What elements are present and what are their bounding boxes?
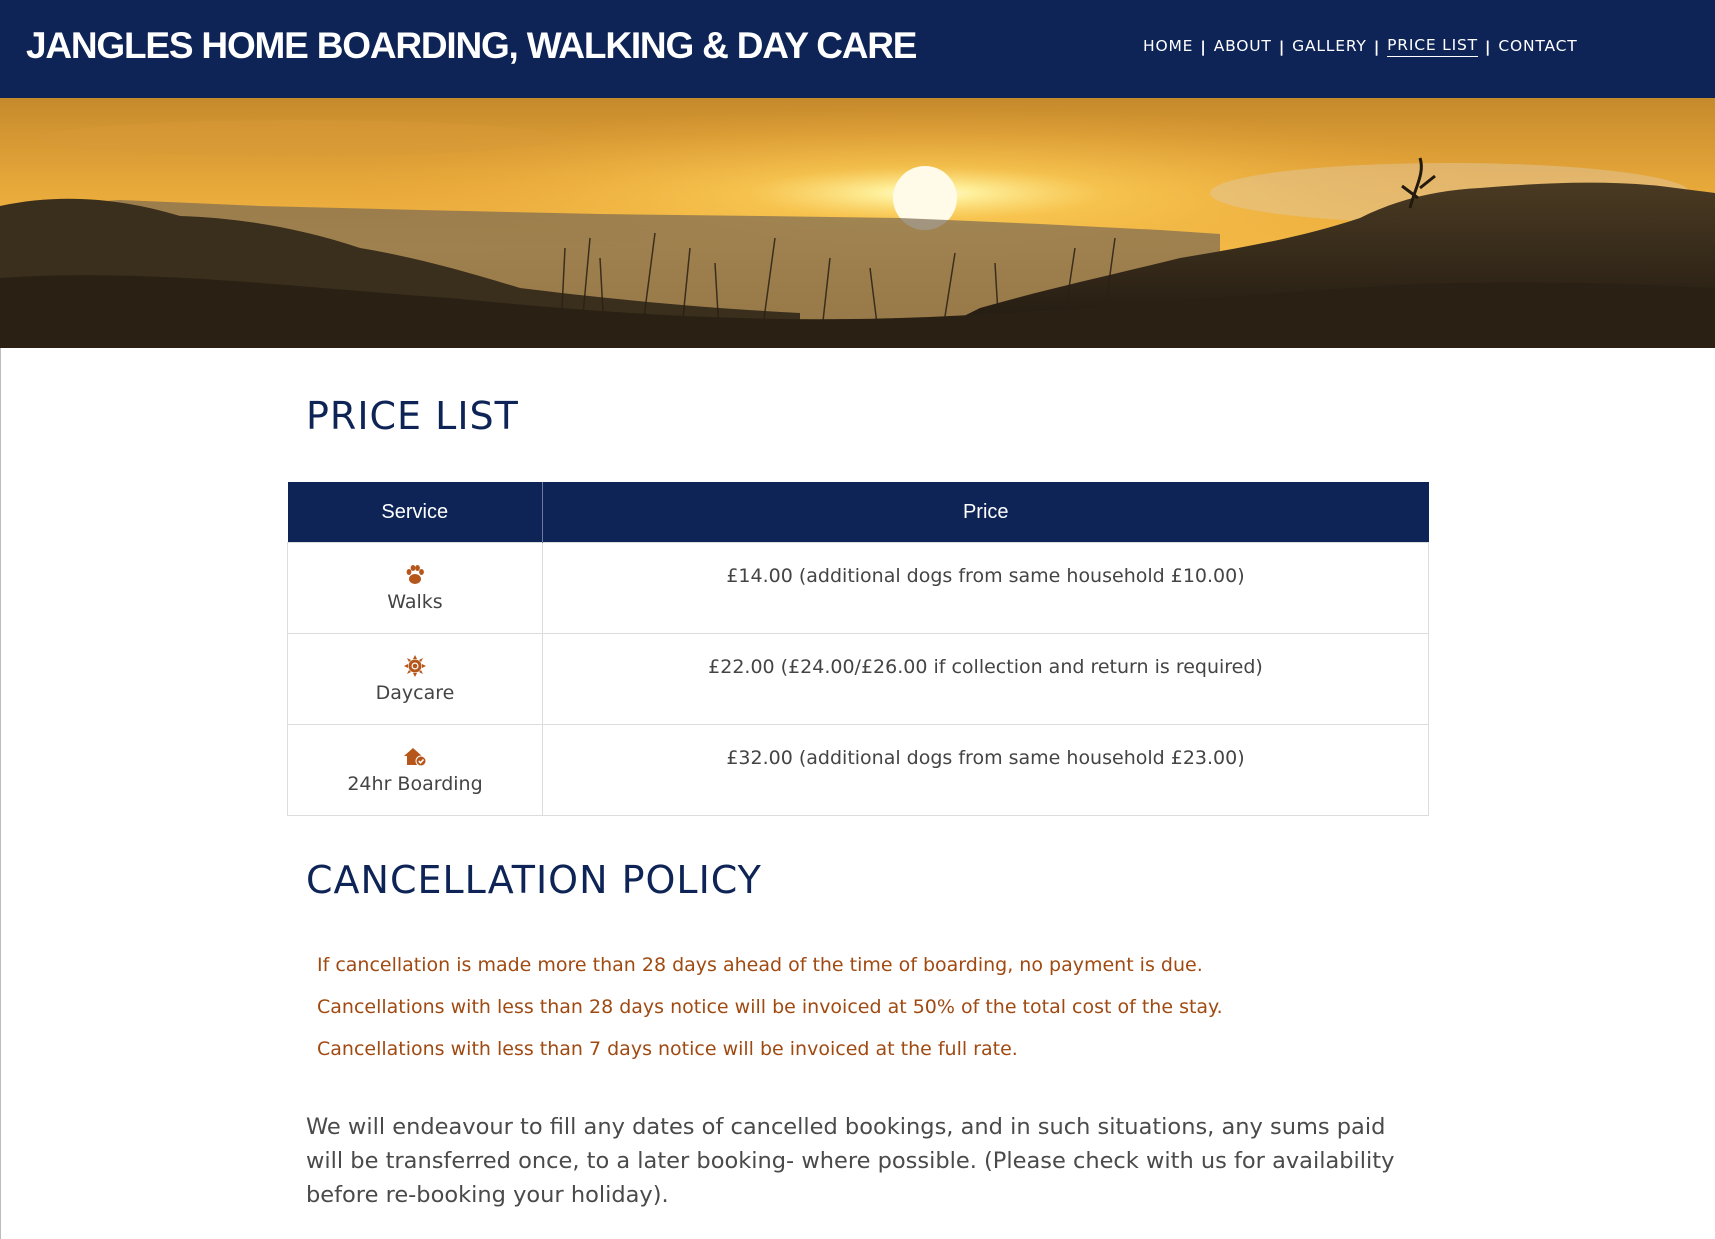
price-table: Service Price Walks £14.00 (additional d… — [287, 482, 1429, 816]
table-row: 24hr Boarding £32.00 (additional dogs fr… — [287, 724, 1429, 816]
sun-icon — [404, 655, 426, 677]
main-nav: HOME | ABOUT | GALLERY | PRICE LIST | CO… — [1143, 36, 1577, 57]
content-left-border — [0, 348, 1, 1239]
price-cell: £32.00 (additional dogs from same househ… — [542, 724, 1429, 816]
column-header-price: Price — [542, 482, 1429, 543]
service-cell: Walks — [287, 542, 543, 634]
nav-separator: | — [1200, 37, 1207, 56]
price-value: £32.00 (additional dogs from same househ… — [726, 747, 1245, 769]
nav-home[interactable]: HOME — [1143, 37, 1193, 57]
site-title[interactable]: JANGLES HOME BOARDING, WALKING & DAY CAR… — [26, 22, 917, 70]
cancellation-rules-list: If cancellation is made more than 28 day… — [317, 950, 1223, 1076]
cancellation-note: We will endeavour to fill any dates of c… — [306, 1114, 1395, 1208]
nav-separator: | — [1373, 37, 1381, 56]
nav-separator: | — [1278, 37, 1286, 56]
nav-price-list[interactable]: PRICE LIST — [1387, 36, 1478, 57]
service-cell: 24hr Boarding — [287, 724, 543, 816]
service-name: Daycare — [375, 682, 455, 704]
nav-about[interactable]: ABOUT — [1214, 37, 1272, 57]
service-name: Walks — [387, 591, 443, 613]
column-header-service: Service — [287, 482, 543, 543]
table-row: Walks £14.00 (additional dogs from same … — [287, 542, 1429, 634]
table-header-row: Service Price — [287, 482, 1429, 543]
site-header: JANGLES HOME BOARDING, WALKING & DAY CAR… — [0, 0, 1715, 98]
list-item: Cancellations with less than 28 days not… — [317, 996, 1223, 1018]
table-row: Daycare £22.00 (£24.00/£26.00 if collect… — [287, 633, 1429, 725]
list-item: If cancellation is made more than 28 day… — [317, 954, 1203, 976]
list-item: Cancellations with less than 7 days noti… — [317, 1038, 1018, 1060]
nav-contact[interactable]: CONTACT — [1498, 37, 1577, 57]
nav-separator: | — [1484, 37, 1492, 56]
sunset-landscape-image — [0, 98, 1715, 348]
cancellation-policy-heading: CANCELLATION POLICY — [306, 858, 762, 902]
home-check-icon — [404, 748, 427, 767]
price-list-heading: PRICE LIST — [306, 394, 519, 438]
price-cell: £22.00 (£24.00/£26.00 if collection and … — [542, 633, 1429, 725]
price-value: £14.00 (additional dogs from same househ… — [726, 565, 1245, 587]
service-name: 24hr Boarding — [347, 773, 483, 795]
price-value: £22.00 (£24.00/£26.00 if collection and … — [708, 656, 1263, 678]
nav-gallery[interactable]: GALLERY — [1292, 37, 1367, 57]
paw-icon — [406, 565, 424, 584]
service-cell: Daycare — [287, 633, 543, 725]
price-cell: £14.00 (additional dogs from same househ… — [542, 542, 1429, 634]
hero-banner-image — [0, 98, 1715, 348]
